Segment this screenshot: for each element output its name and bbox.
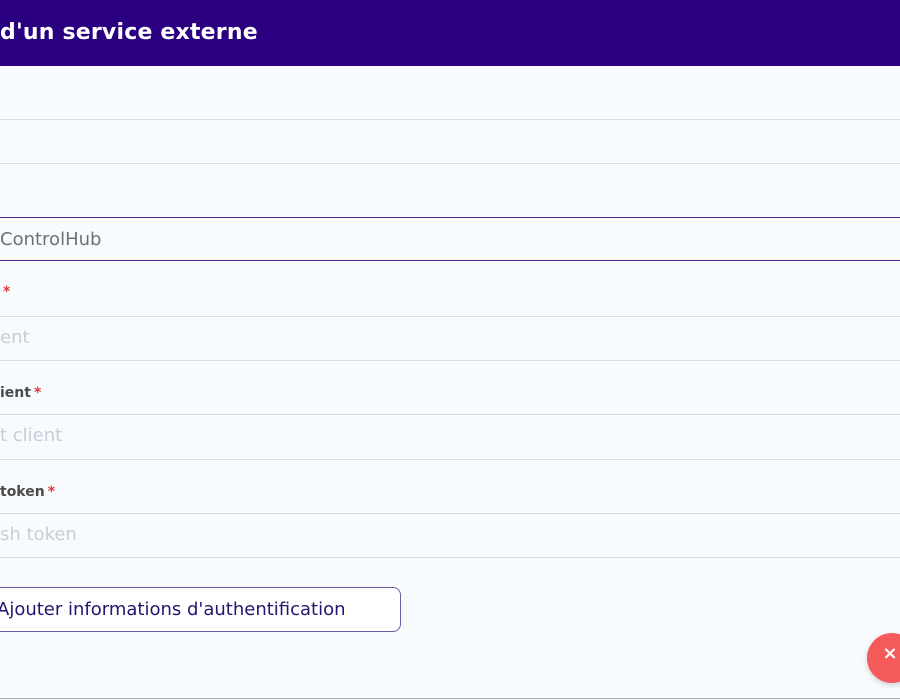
field-separator [0,163,900,164]
field-separator [0,557,900,558]
close-button[interactable]: × [867,633,900,683]
required-marker: * [3,284,11,300]
external-service-form: d'un service externe ControlHub * ent ie… [0,0,900,700]
field-separator [0,360,900,361]
refresh-token-input[interactable]: sh token [0,513,900,557]
close-icon: × [882,643,898,664]
client-secret-input[interactable]: t client [0,414,900,458]
field-label-refresh-token: token * [0,483,55,501]
field-separator [0,459,900,460]
client-id-input[interactable]: ent [0,316,900,360]
dialog-header: d'un service externe [0,0,900,66]
controlhub-input[interactable]: ControlHub [0,217,900,261]
label-text: ient [0,385,31,401]
required-marker: * [47,484,56,500]
field-separator [0,119,900,120]
bottom-divider [0,698,900,699]
label-text: token [0,484,45,500]
required-marker: * [33,385,42,401]
field-label-client-secret: ient * [0,384,41,402]
field-label-client-id: * [0,283,10,301]
dialog-title: d'un service externe [0,20,258,45]
add-authentication-button[interactable]: Ajouter informations d'authentification [0,587,401,632]
